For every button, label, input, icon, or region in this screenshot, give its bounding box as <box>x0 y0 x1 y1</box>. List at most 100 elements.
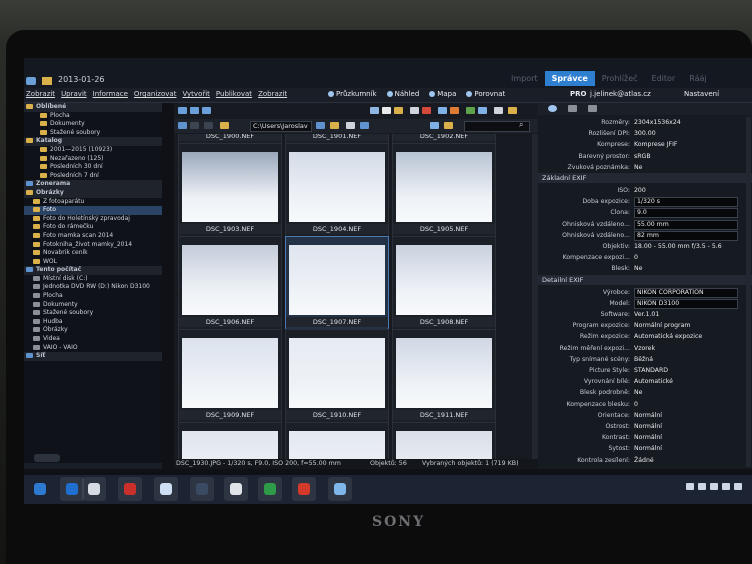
tab-spravce[interactable]: Správce <box>544 71 595 86</box>
histogram-icon[interactable] <box>568 105 577 112</box>
tree-item[interactable]: Nezařazeno (125) <box>24 155 162 164</box>
tree-item[interactable]: Foto do Holetínský zpravodaj <box>24 215 162 224</box>
network-app-icon[interactable] <box>190 477 214 501</box>
tree-item[interactable]: Posledních 7 dní <box>24 172 162 181</box>
windows-start-icon[interactable] <box>28 477 52 501</box>
settings-button[interactable]: Nastavení <box>684 90 719 98</box>
properties-scrollbar[interactable] <box>746 117 751 467</box>
preview-view-button[interactable]: Náhled <box>386 90 419 98</box>
section-detailed-exif[interactable]: Detailní EXIF <box>538 274 752 285</box>
thumbnail-item[interactable]: DSC_1908.NEF <box>392 236 496 330</box>
property-value[interactable]: 1/320 s <box>634 197 738 208</box>
property-value[interactable]: NIKON D3100 <box>634 298 738 309</box>
up-icon[interactable] <box>204 122 213 129</box>
tab-editor[interactable]: Editor <box>645 71 683 86</box>
menu-item-create[interactable]: Vytvořit <box>182 90 209 98</box>
tree-item[interactable]: Foto <box>24 206 162 215</box>
thumbnail-item[interactable]: DSC_1911.NEF <box>392 329 496 423</box>
property-value[interactable]: NIKON CORPORATION <box>634 287 738 298</box>
tree-item[interactable]: Dokumenty <box>24 301 162 310</box>
property-value[interactable]: 82 mm <box>634 230 738 241</box>
zoner-icon[interactable] <box>118 477 142 501</box>
menu-item-file[interactable]: Zobrazit <box>26 90 55 98</box>
print-icon[interactable] <box>410 107 419 114</box>
ie-icon[interactable] <box>60 477 84 501</box>
rotate-icon[interactable] <box>466 107 475 114</box>
tray-icon-1[interactable] <box>686 483 694 490</box>
user-account[interactable]: j.jelinek@atlas.cz <box>590 90 651 98</box>
back-icon[interactable] <box>178 122 187 129</box>
export-icon[interactable] <box>508 107 517 114</box>
tree-item[interactable]: Plocha <box>24 292 162 301</box>
panel-toggle-button[interactable] <box>34 454 60 462</box>
thumbnail-item[interactable] <box>178 422 282 459</box>
tray-icon-2[interactable] <box>698 483 706 490</box>
grid-icon[interactable] <box>430 122 439 129</box>
tree-item[interactable]: WOL <box>24 258 162 267</box>
thumbnail-item[interactable]: DSC_1905.NEF <box>392 143 496 237</box>
tree-item[interactable]: Místní disk (C:) <box>24 275 162 284</box>
email-icon[interactable] <box>394 107 403 114</box>
volume-icon[interactable] <box>722 483 730 490</box>
thumbnail-item[interactable]: DSC_1910.NEF <box>285 329 389 423</box>
tree-section[interactable]: Oblíbené <box>24 103 162 112</box>
menu-item-view[interactable]: Zobrazit <box>258 90 287 98</box>
tree-item[interactable]: VAIO - VAIO <box>24 344 162 353</box>
tree-item[interactable]: Z fotoaparátu <box>24 198 162 207</box>
path-input[interactable]: C:\Users\Jaroslav <box>250 121 312 132</box>
tray-icon-3[interactable] <box>710 483 718 490</box>
menu-item-organize[interactable]: Organizovat <box>134 90 177 98</box>
refresh-icon[interactable] <box>316 122 325 129</box>
tree-item[interactable]: Hudba <box>24 318 162 327</box>
thumbnail-item[interactable] <box>392 422 496 459</box>
excel-icon[interactable] <box>258 477 282 501</box>
batch-icon[interactable] <box>478 107 487 114</box>
explorer-view-button[interactable]: Průzkumník <box>328 90 377 98</box>
tree-item[interactable]: Foto do rámečku <box>24 223 162 232</box>
folder-pick-icon[interactable] <box>444 122 453 129</box>
forward-icon[interactable] <box>190 122 199 129</box>
new-folder-icon[interactable] <box>330 122 339 129</box>
property-value[interactable]: 9.0 <box>634 208 738 219</box>
tree-item[interactable]: Jednotka DVD RW (D:) Nikon D3100 <box>24 283 162 292</box>
slideshow-icon[interactable] <box>450 107 459 114</box>
section-basic-exif[interactable]: Základní EXIF <box>538 173 752 183</box>
grid-view-icon[interactable] <box>202 107 211 114</box>
thumbnail-item[interactable]: DSC_1903.NEF <box>178 143 282 237</box>
tree-item[interactable]: Foto mamka scan 2014 <box>24 232 162 241</box>
search-icon[interactable]: ⌕ <box>519 120 523 130</box>
list-view-icon[interactable] <box>190 107 199 114</box>
tree-item[interactable]: Videa <box>24 335 162 344</box>
thumbnail-item[interactable]: DSC_1909.NEF <box>178 329 282 423</box>
menu-item-edit[interactable]: Upravit <box>61 90 87 98</box>
share-icon[interactable] <box>438 107 447 114</box>
thumbnail-item[interactable]: DSC_1907.NEF <box>285 236 389 330</box>
menu-item-info[interactable]: Informace <box>93 90 128 98</box>
thumbnail-item[interactable] <box>285 422 389 459</box>
property-value[interactable]: 55.00 mm <box>634 219 738 230</box>
tree-section[interactable]: Tento počítač <box>24 266 162 275</box>
tree-item[interactable]: 2001—2015 (10923) <box>24 146 162 155</box>
tree-section[interactable]: Obrázky <box>24 188 162 198</box>
tree-item[interactable]: Plocha <box>24 112 162 121</box>
explorer-icon[interactable] <box>82 477 106 501</box>
thumbnail-size-icon[interactable] <box>360 122 369 129</box>
copy-icon[interactable] <box>382 107 391 114</box>
app-icon[interactable] <box>26 77 36 85</box>
thumbnail-item[interactable]: DSC_1904.NEF <box>285 143 389 237</box>
tree-section[interactable]: Katalog <box>24 137 162 146</box>
pdf-icon[interactable] <box>292 477 316 501</box>
sort-icon[interactable] <box>370 107 379 114</box>
folder-icon[interactable] <box>220 122 229 129</box>
tree-item[interactable]: Posledních 30 dní <box>24 163 162 172</box>
tree-item[interactable]: Fotokniha_život mamky_2014 <box>24 241 162 250</box>
tab-raw[interactable]: Rááj <box>682 71 713 86</box>
compare-view-button[interactable]: Porovnat <box>466 90 505 98</box>
tree-section[interactable]: Zonerama <box>24 180 162 189</box>
thumbnail-item[interactable]: DSC_1906.NEF <box>178 236 282 330</box>
photo-app-icon[interactable] <box>328 477 352 501</box>
tree-item[interactable]: Stažené soubory <box>24 129 162 138</box>
tree-item[interactable]: Stažené soubory <box>24 309 162 318</box>
network-icon[interactable] <box>734 483 742 490</box>
delete-icon[interactable] <box>422 107 431 114</box>
